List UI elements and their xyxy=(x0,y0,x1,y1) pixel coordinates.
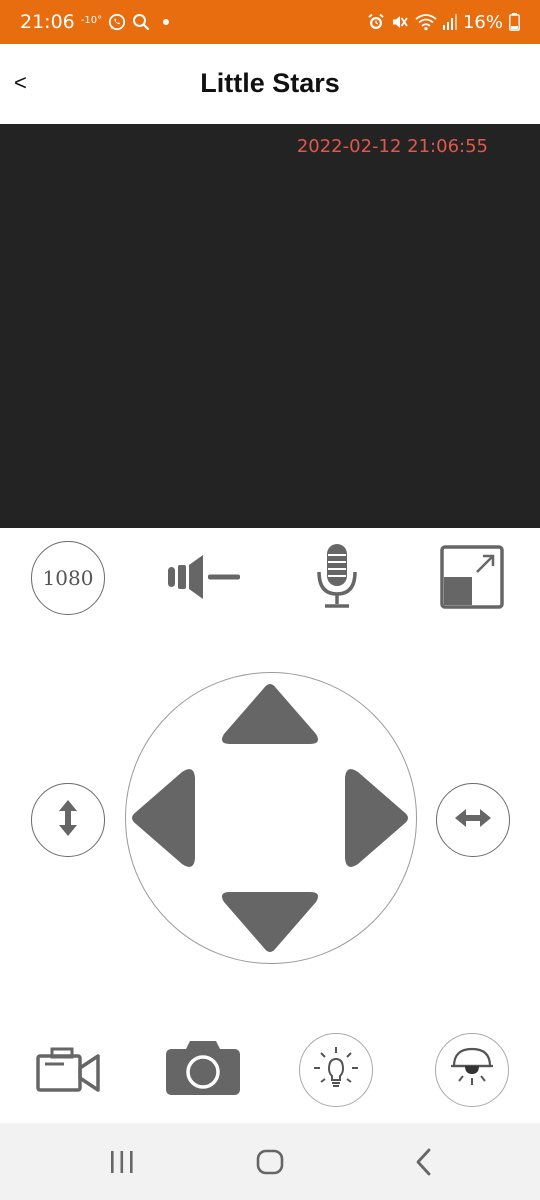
status-bar: 21:06 -10° 16% xyxy=(0,0,540,44)
nav-back-icon xyxy=(416,1148,431,1175)
battery-percent: 16% xyxy=(462,11,503,33)
dot-icon xyxy=(162,18,170,26)
record-video-icon xyxy=(34,1046,102,1099)
microphone-icon xyxy=(309,542,365,615)
recent-apps-button[interactable] xyxy=(90,1123,154,1200)
pan-down-button[interactable] xyxy=(218,888,322,956)
status-temperature: -10° xyxy=(80,14,103,26)
vertical-flip-button[interactable] xyxy=(31,783,105,857)
resolution-label: 1080 xyxy=(42,566,94,590)
record-video-button[interactable] xyxy=(33,1044,103,1100)
horizontal-flip-button[interactable] xyxy=(436,783,510,857)
resolution-button[interactable]: 1080 xyxy=(31,541,105,615)
night-light-button[interactable] xyxy=(435,1033,509,1107)
speaker-button[interactable] xyxy=(162,548,244,610)
pan-left-button[interactable] xyxy=(128,766,200,870)
system-nav-bar xyxy=(0,1123,540,1200)
pan-right-button[interactable] xyxy=(340,766,412,870)
horizontal-flip-icon xyxy=(453,805,493,836)
nav-back-button[interactable] xyxy=(392,1123,456,1200)
home-button[interactable] xyxy=(238,1123,302,1200)
page-title: Little Stars xyxy=(200,68,340,98)
wifi-icon xyxy=(415,13,437,31)
recent-apps-icon xyxy=(111,1150,133,1173)
video-timestamp: 2022-02-12 21:06:55 xyxy=(296,136,488,157)
arrow-up-icon xyxy=(222,684,318,744)
snapshot-button[interactable] xyxy=(164,1040,242,1100)
camera-snapshot-icon xyxy=(164,1039,242,1102)
arrow-right-icon xyxy=(345,769,408,867)
light-bulb-icon xyxy=(309,1041,363,1100)
arrow-left-icon xyxy=(132,769,195,867)
home-icon xyxy=(256,1149,284,1174)
status-time: 21:06 xyxy=(20,11,75,33)
app-header: < Little Stars xyxy=(0,44,540,124)
search-icon xyxy=(132,13,150,31)
fullscreen-icon xyxy=(439,544,505,615)
alarm-icon xyxy=(367,13,385,31)
status-right: 16% xyxy=(367,0,520,44)
video-feed[interactable]: 2022-02-12 21:06:55 xyxy=(0,124,540,528)
light-button[interactable] xyxy=(299,1033,373,1107)
speaker-icon xyxy=(163,552,243,607)
battery-icon xyxy=(509,13,520,31)
signal-icon xyxy=(442,14,457,30)
vertical-flip-icon xyxy=(53,798,83,843)
whatsapp-icon xyxy=(108,13,126,31)
fullscreen-button[interactable] xyxy=(438,544,506,615)
mute-icon xyxy=(391,13,409,31)
pan-up-button[interactable] xyxy=(218,680,322,748)
microphone-button[interactable] xyxy=(305,543,369,613)
night-light-icon xyxy=(445,1041,499,1100)
status-left: 21:06 -10° xyxy=(20,0,170,44)
arrow-down-icon xyxy=(222,892,318,952)
